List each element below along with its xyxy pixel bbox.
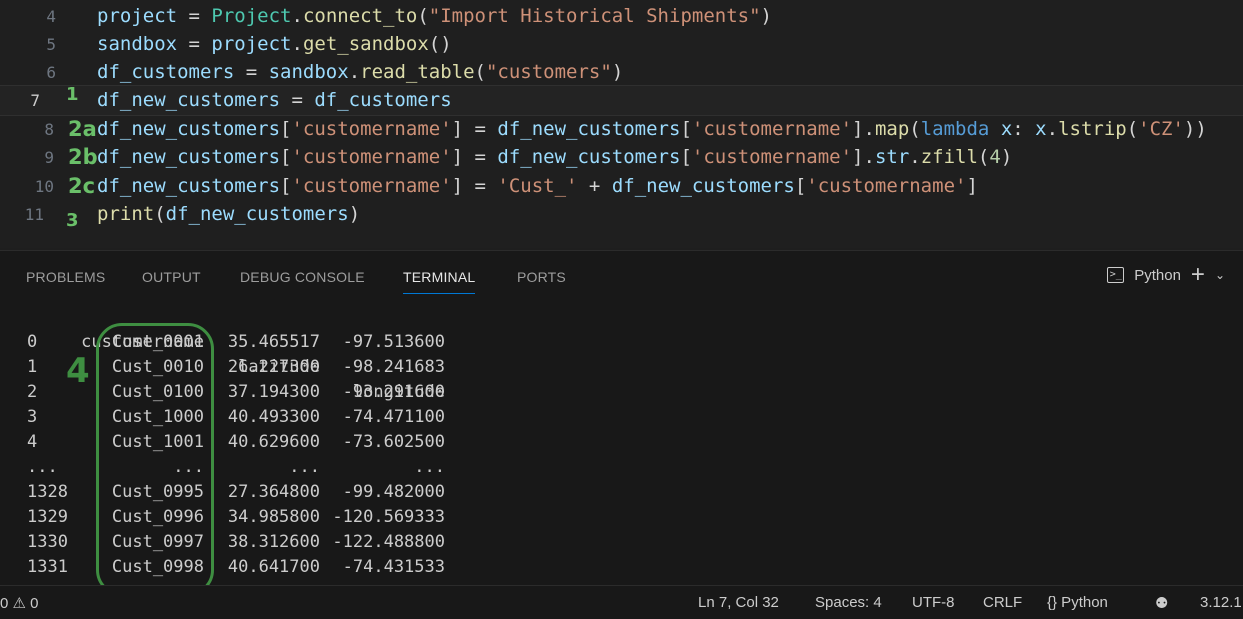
status-bar: 0 ⚠ 0 Ln 7, Col 32 Spaces: 4 UTF-8 CRLF … xyxy=(0,585,1243,619)
row-index: 1331 xyxy=(27,557,68,577)
tab-problems[interactable]: PROBLEMS xyxy=(26,269,105,285)
latitude-value: 40.629600 xyxy=(227,432,320,452)
line-number: 7 xyxy=(30,91,40,110)
line-number: 9 xyxy=(44,148,54,167)
problems-count[interactable]: 0 ⚠ 0 xyxy=(0,594,38,612)
tab-terminal[interactable]: TERMINAL xyxy=(403,269,476,294)
longitude-value: -74.471100 xyxy=(342,407,445,427)
longitude-value: -74.431533 xyxy=(342,557,445,577)
code-text: df_new_customers['customername'] = df_ne… xyxy=(97,146,1013,168)
code-text: project = Project.connect_to("Import His… xyxy=(97,5,772,27)
python-version[interactable]: 3.12.1 xyxy=(1200,594,1242,611)
code-line[interactable]: 7 1 df_new_customers = df_customers xyxy=(0,84,1243,116)
code-text: df_new_customers = df_customers xyxy=(97,89,452,111)
code-text: df_new_customers['customername'] = df_ne… xyxy=(97,118,1207,140)
indentation-setting[interactable]: Spaces: 4 xyxy=(815,594,882,611)
encoding[interactable]: UTF-8 xyxy=(912,594,955,611)
line-number: 11 xyxy=(24,205,44,224)
annotation-step: 2c xyxy=(68,174,96,198)
annotation-step-4: 4 xyxy=(66,351,90,391)
line-number: 4 xyxy=(46,7,56,26)
tab-ports[interactable]: PORTS xyxy=(517,269,566,285)
longitude-value: -93.291600 xyxy=(342,382,445,402)
annotation-step: 3 xyxy=(66,210,79,231)
line-endings[interactable]: CRLF xyxy=(983,594,1022,611)
latitude-value: 35.465517 xyxy=(227,332,320,352)
line-number: 10 xyxy=(34,177,54,196)
language-mode[interactable]: {} Python xyxy=(1047,594,1108,611)
code-text: df_new_customers['customername'] = 'Cust… xyxy=(97,175,978,197)
latitude-value: 40.641700 xyxy=(227,557,320,577)
row-index: 2 xyxy=(27,382,38,402)
chevron-down-icon[interactable]: ⌄ xyxy=(1215,268,1225,282)
longitude-value: -73.602500 xyxy=(342,432,445,452)
panel-tabs: PROBLEMS OUTPUT DEBUG CONSOLE TERMINAL P… xyxy=(0,251,1243,303)
row-index: 1328 xyxy=(27,482,68,502)
row-index: ... xyxy=(27,457,58,477)
longitude-value: -99.482000 xyxy=(342,482,445,502)
latitude-value: ... xyxy=(289,457,320,477)
tab-debug-console[interactable]: DEBUG CONSOLE xyxy=(240,269,365,285)
code-text: sandbox = project.get_sandbox() xyxy=(97,33,452,55)
latitude-value: 34.985800 xyxy=(227,507,320,527)
latitude-value: 27.364800 xyxy=(227,482,320,502)
latitude-value: 40.493300 xyxy=(227,407,320,427)
terminal-name[interactable]: Python xyxy=(1134,267,1181,284)
annotation-step: 2a xyxy=(68,117,97,141)
bottom-panel: PROBLEMS OUTPUT DEBUG CONSOLE TERMINAL P… xyxy=(0,250,1243,596)
line-number: 5 xyxy=(46,35,56,54)
line-number: 8 xyxy=(44,120,54,139)
row-index: 1329 xyxy=(27,507,68,527)
terminal-actions: >_ Python + ⌄ xyxy=(1107,263,1225,287)
longitude-value: -98.241683 xyxy=(342,357,445,377)
copilot-icon[interactable]: ⚉ xyxy=(1155,594,1168,612)
row-index: 1330 xyxy=(27,532,68,552)
latitude-value: 37.194300 xyxy=(227,382,320,402)
latitude-value: 26.227300 xyxy=(227,357,320,377)
code-text: print(df_new_customers) xyxy=(97,203,361,225)
annotation-step: 2b xyxy=(68,145,98,169)
longitude-value: -122.488800 xyxy=(332,532,445,552)
longitude-value: ... xyxy=(414,457,445,477)
row-index: 4 xyxy=(27,432,38,452)
new-terminal-plus-icon[interactable]: + xyxy=(1191,263,1205,287)
row-index: 0 xyxy=(27,332,38,352)
row-index: 1 xyxy=(27,357,38,377)
latitude-value: 38.312600 xyxy=(227,532,320,552)
cursor-position[interactable]: Ln 7, Col 32 xyxy=(698,594,779,611)
annotation-step: 1 xyxy=(66,84,79,105)
highlight-oval xyxy=(96,323,214,596)
terminal-icon[interactable]: >_ xyxy=(1107,267,1125,283)
tab-output[interactable]: OUTPUT xyxy=(142,269,201,285)
line-number: 6 xyxy=(46,63,56,82)
code-text: df_customers = sandbox.read_table("custo… xyxy=(97,61,624,83)
code-editor[interactable]: 4 project = Project.connect_to("Import Hi… xyxy=(0,0,1243,248)
longitude-value: -97.513600 xyxy=(342,332,445,352)
row-index: 3 xyxy=(27,407,38,427)
longitude-value: -120.569333 xyxy=(332,507,445,527)
